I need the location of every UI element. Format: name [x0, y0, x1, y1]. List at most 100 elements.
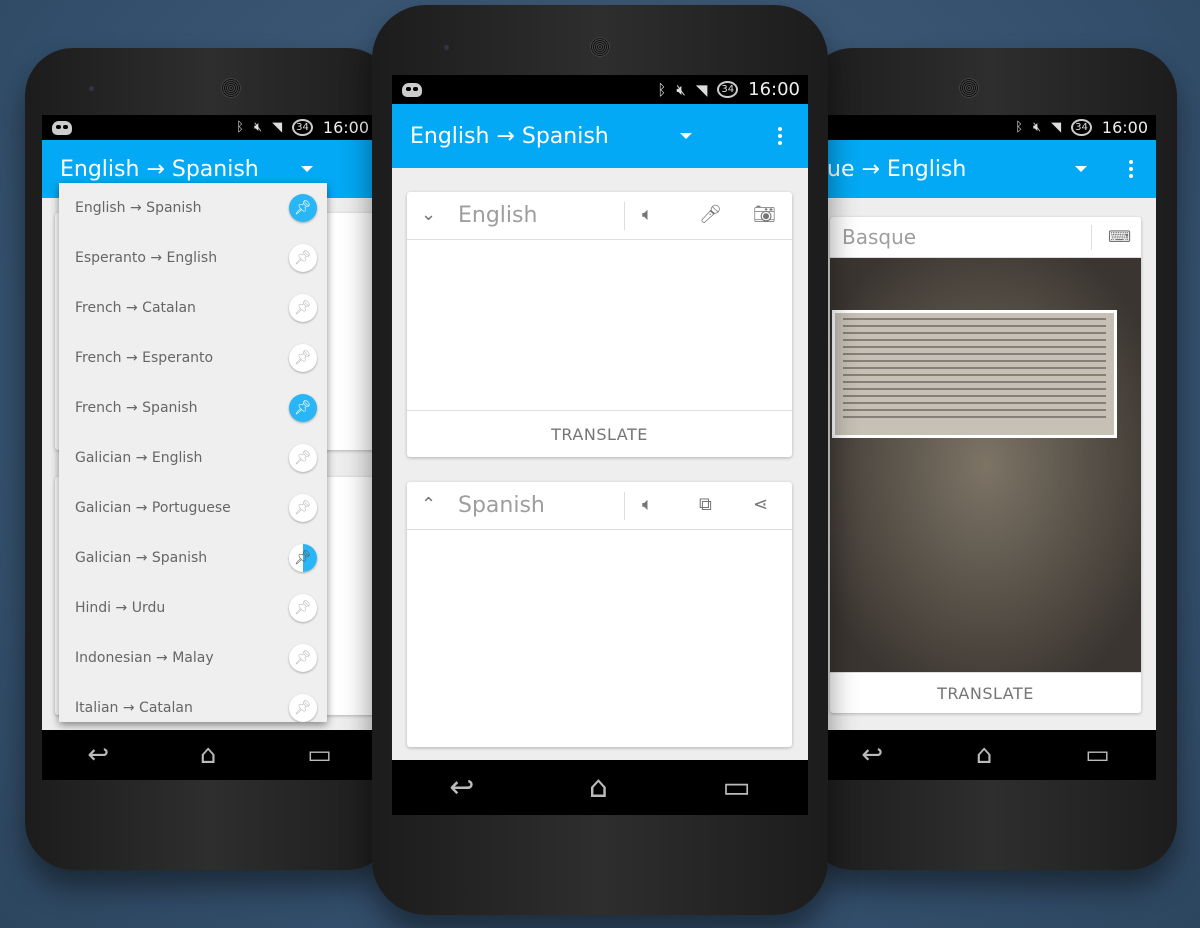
back-icon[interactable]: ↩ [449, 770, 474, 805]
source-card: ⌄ English 🔈︎ 🎤︎ 📷︎ TRANSLATE [407, 192, 792, 457]
language-pair-selector[interactable]: English → Spanish [392, 124, 609, 149]
wifi-icon: ◥ [272, 120, 283, 135]
dropdown-arrow-icon[interactable] [1075, 166, 1087, 172]
dropdown-item-label: English → Spanish [75, 200, 202, 216]
home-icon[interactable]: ⌂ [976, 740, 993, 770]
pin-icon[interactable]: 📌︎ [289, 344, 317, 372]
copy-icon[interactable]: ⧉ [699, 496, 712, 514]
back-icon[interactable]: ↩ [861, 740, 883, 770]
nav-bar: ↩ ⌂ ▭ [815, 730, 1156, 780]
battery-icon: 34 [1071, 119, 1092, 136]
collapse-chevron-icon[interactable]: ⌄ [421, 206, 436, 224]
pin-icon[interactable]: 📌︎ [289, 594, 317, 622]
nav-bar: ↩ ⌂ ▭ [42, 730, 377, 780]
bluetooth-icon: ᛒ [236, 120, 244, 135]
dropdown-item-label: Italian → Catalan [75, 700, 193, 716]
right-phone: ᛒ🔇︎◥3416:00 Basque → English Basque ⌨ TR… [805, 48, 1177, 870]
dropdown-item-label: Galician → Spanish [75, 550, 208, 566]
camera-preview [830, 258, 1141, 672]
pin-icon[interactable]: 📌︎ [289, 544, 317, 572]
source-card: Basque ⌨ TRANSLATE [830, 217, 1141, 713]
language-pair-selector[interactable]: Basque → English [815, 157, 966, 182]
recents-icon[interactable]: ▭ [1085, 740, 1110, 770]
app-bar: Basque → English [815, 140, 1156, 198]
status-bar: ᛒ 🔇︎ ◥ 34 16:00 [815, 115, 1156, 140]
bluetooth-icon: ᛒ [1015, 120, 1023, 135]
source-language-label[interactable]: Basque [830, 225, 916, 249]
recents-icon[interactable]: ▭ [307, 740, 332, 770]
speaker-icon[interactable]: 🔈︎ [642, 206, 653, 224]
dropdown-item[interactable]: French → Spanish 📌︎ [59, 383, 327, 433]
earpiece [221, 78, 241, 98]
battery-icon: 34 [717, 81, 739, 98]
dropdown-item-label: French → Spanish [75, 400, 198, 416]
dropdown-item[interactable]: Esperanto → English 📌︎ [59, 233, 327, 283]
pin-icon[interactable]: 📌︎ [289, 194, 317, 222]
language-pair-selector[interactable]: English → Spanish [42, 157, 259, 182]
camera-icon[interactable]: 📷︎ [753, 206, 776, 224]
pin-icon[interactable]: 📌︎ [289, 494, 317, 522]
cyanogen-robot-icon [52, 120, 72, 135]
center-screen: ᛒ 🔇︎ ◥ 34 16:00 English → Spanish ⌄ English … [392, 75, 808, 815]
dropdown-item-label: Galician → Portuguese [75, 500, 231, 516]
home-icon[interactable]: ⌂ [200, 740, 217, 770]
dropdown-item[interactable]: French → Esperanto 📌︎ [59, 333, 327, 383]
dropdown-item[interactable]: Italian → Catalan 📌︎ [59, 683, 327, 722]
dropdown-item-label: French → Catalan [75, 300, 196, 316]
earpiece [590, 37, 610, 57]
dropdown-item[interactable]: French → Catalan 📌︎ [59, 283, 327, 333]
dropdown-arrow-icon[interactable] [301, 166, 313, 172]
microphone-icon[interactable]: 🎤︎ [699, 206, 722, 224]
wifi-icon: ◥ [1051, 120, 1062, 135]
dropdown-item[interactable]: Hindi → Urdu 📌︎ [59, 583, 327, 633]
pin-icon[interactable]: 📌︎ [289, 444, 317, 472]
dropdown-item-label: French → Esperanto [75, 350, 214, 366]
pin-icon[interactable]: 📌︎ [289, 694, 317, 722]
app-bar: English → Spanish [392, 104, 808, 168]
center-phone: ᛒ 🔇︎ ◥ 34 16:00 English → Spanish ⌄ English … [372, 5, 828, 915]
front-camera [444, 45, 449, 50]
status-bar: ᛒ 🔇︎ ◥ 34 16:00 [42, 115, 377, 140]
translate-button[interactable]: TRANSLATE [407, 410, 792, 457]
pin-icon[interactable]: 📌︎ [289, 244, 317, 272]
translate-button[interactable]: TRANSLATE [830, 672, 1141, 713]
back-icon[interactable]: ↩ [87, 740, 109, 770]
pin-icon[interactable]: 📌︎ [289, 394, 317, 422]
home-icon[interactable]: ⌂ [589, 770, 608, 805]
front-camera [89, 86, 94, 91]
mute-icon: 🔇︎ [1032, 120, 1042, 135]
earpiece [959, 78, 979, 98]
dropdown-item[interactable]: Indonesian → Malay 📌︎ [59, 633, 327, 683]
dropdown-item-label: Esperanto → English [75, 250, 218, 266]
dropdown-item[interactable]: Galician → Spanish 📌︎ [59, 533, 327, 583]
source-text-input[interactable] [407, 240, 792, 410]
language-pair-dropdown: English → Spanish 📌︎ Esperanto → English 📌︎… [59, 183, 327, 722]
mute-icon: 🔇︎ [676, 80, 686, 99]
mute-icon: 🔇︎ [253, 120, 263, 135]
right-screen: ᛒ🔇︎◥3416:00 Basque → English Basque ⌨ TR… [815, 115, 1156, 780]
overflow-menu-icon[interactable] [1129, 167, 1133, 171]
nav-bar: ↩ ⌂ ▭ [392, 760, 808, 815]
dropdown-item[interactable]: Galician → English 📌︎ [59, 433, 327, 483]
pin-icon[interactable]: 📌︎ [289, 294, 317, 322]
wifi-icon: ◥ [695, 80, 708, 99]
keyboard-icon[interactable]: ⌨ [1108, 229, 1131, 245]
dropdown-item-label: Indonesian → Malay [75, 650, 214, 666]
dropdown-arrow-icon[interactable] [680, 133, 692, 139]
share-icon[interactable]: ⋖ [753, 496, 768, 514]
cyanogen-robot-icon [402, 82, 422, 97]
target-card: ⌃ Spanish 🔈︎ ⧉ ⋖ [407, 482, 792, 747]
expand-chevron-icon[interactable]: ⌃ [421, 496, 436, 514]
battery-icon: 34 [292, 119, 313, 136]
dropdown-item[interactable]: Galician → Portuguese 📌︎ [59, 483, 327, 533]
dropdown-item[interactable]: English → Spanish 📌︎ [59, 183, 327, 233]
text-capture-frame[interactable] [832, 310, 1117, 438]
speaker-icon[interactable]: 🔈︎ [642, 496, 653, 514]
dropdown-item-label: Galician → English [75, 450, 203, 466]
pin-icon[interactable]: 📌︎ [289, 644, 317, 672]
dropdown-item-label: Hindi → Urdu [75, 600, 166, 616]
bluetooth-icon: ᛒ [657, 80, 667, 99]
status-bar: ᛒ 🔇︎ ◥ 34 16:00 [392, 75, 808, 104]
recents-icon[interactable]: ▭ [722, 770, 750, 805]
overflow-menu-icon[interactable] [778, 134, 782, 138]
